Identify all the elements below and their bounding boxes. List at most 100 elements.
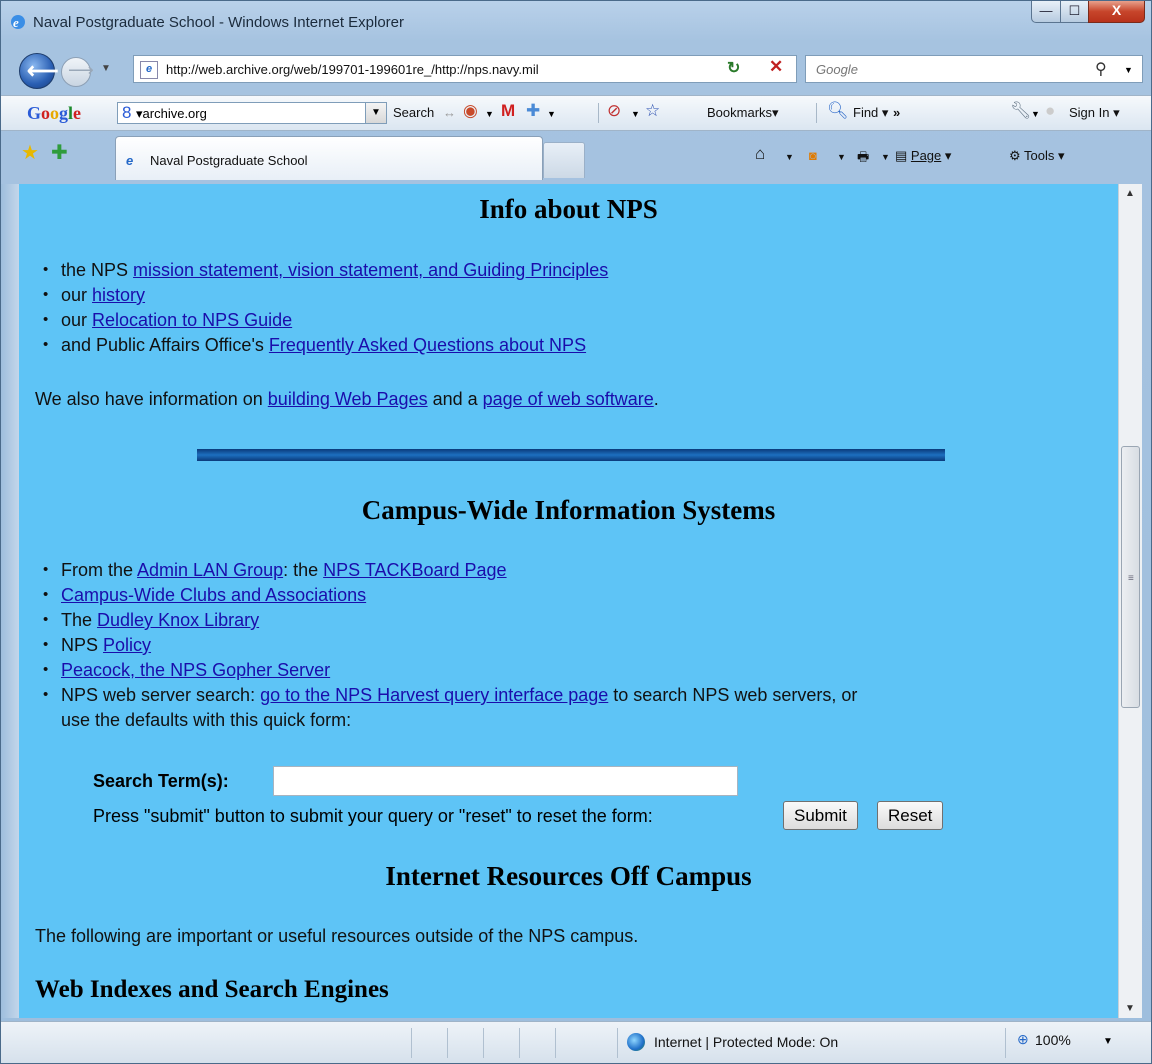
print-icon[interactable]: 🖶︎ [857, 148, 869, 170]
wrench-icon[interactable]: 🔧︎ [1010, 101, 1032, 121]
recent-pages-dropdown[interactable]: ▼ [101, 63, 111, 74]
tools-menu[interactable]: ⚙ Tools ▾ [1009, 148, 1065, 164]
list-item: our Relocation to NPS Guide [19, 308, 608, 333]
minimize-icon: — [1039, 3, 1053, 18]
dropdown-icon[interactable]: ▼ [1031, 109, 1040, 119]
harvest-link[interactable]: go to the NPS Harvest query interface pa… [260, 685, 608, 705]
more-chevron-icon[interactable]: » [893, 105, 900, 120]
policy-link[interactable]: Policy [103, 635, 151, 655]
admin-lan-link[interactable]: Admin LAN Group [137, 560, 283, 580]
search-icon[interactable]: ⚲ [1095, 59, 1107, 79]
internet-resources-heading: Internet Resources Off Campus [385, 861, 752, 891]
zoom-icon[interactable]: ⊕ [1017, 1031, 1029, 1048]
list-item: NPS web server search: go to the NPS Har… [19, 683, 857, 708]
page-content[interactable]: Info about NPS the NPS mission statement… [19, 184, 1118, 1018]
svg-text:e: e [13, 15, 19, 30]
tab-label: Naval Postgraduate School [150, 153, 308, 168]
close-icon: X [1111, 2, 1122, 18]
refresh-icon[interactable]: ↻ [727, 58, 740, 78]
list-item: From the Admin LAN Group: the NPS TACKBo… [19, 558, 857, 583]
submit-button[interactable]: Submit [783, 801, 858, 830]
list-item: The Dudley Knox Library [19, 608, 857, 633]
find-icon[interactable]: 🔍︎ [827, 101, 849, 121]
navigation-bar: ⟵ ⟶ ▼ e http://web.archive.org/web/19970… [1, 47, 1151, 89]
google-logo[interactable]: Google [27, 103, 81, 124]
list-item: and Public Affairs Office's Frequently A… [19, 333, 608, 358]
faq-link[interactable]: Frequently Asked Questions about NPS [269, 335, 586, 355]
address-bar[interactable]: e http://web.archive.org/web/199701-1996… [133, 55, 844, 83]
back-arrow-icon: ⟵ [27, 58, 59, 83]
pagerank-icon[interactable]: ◉ [463, 101, 478, 121]
search-dropdown-icon[interactable]: ▼ [1124, 65, 1133, 75]
user-circle-icon[interactable]: ● [1045, 101, 1055, 121]
clubs-link[interactable]: Campus-Wide Clubs and Associations [61, 585, 366, 605]
google-search-input[interactable]: ▾archive.org [136, 106, 207, 122]
maximize-icon: ☐ [1068, 3, 1081, 18]
add-favorites-icon[interactable]: ✚ [51, 140, 68, 165]
dropdown-icon[interactable]: ▼ [547, 109, 556, 119]
relocation-link[interactable]: Relocation to NPS Guide [92, 310, 292, 330]
home-icon[interactable]: ⌂ [755, 144, 765, 164]
add-icon[interactable]: ✚ [526, 101, 540, 121]
star-icon[interactable]: ☆ [645, 101, 660, 121]
address-input[interactable]: http://web.archive.org/web/199701-199601… [166, 62, 539, 77]
search-box[interactable]: Google ⚲ ▼ [805, 55, 1143, 83]
gopher-link[interactable]: Peacock, the NPS Gopher Server [61, 660, 330, 680]
library-link[interactable]: Dudley Knox Library [97, 610, 259, 630]
google-search-button[interactable]: Search [393, 105, 434, 120]
search-term-label: Search Term(s): [93, 771, 229, 791]
google-search-dropdown-icon[interactable]: ▼ [365, 103, 386, 123]
scrollbar-thumb[interactable]: ≡ [1121, 446, 1140, 708]
google-search-box[interactable]: 8 ▾archive.org ▼ [117, 102, 387, 124]
zoom-level[interactable]: 100% [1035, 1032, 1071, 1048]
tackboard-link[interactable]: NPS TACKBoard Page [323, 560, 506, 580]
sign-in-button[interactable]: Sign In ▾ [1069, 105, 1120, 121]
bookmarks-button[interactable]: Bookmarks▾ [707, 105, 779, 121]
forward-button[interactable]: ⟶ [61, 57, 94, 87]
arrows-icon[interactable]: ↔ [443, 105, 456, 120]
security-zone-text[interactable]: Internet | Protected Mode: On [654, 1034, 838, 1050]
info-heading: Info about NPS [479, 194, 658, 224]
list-item: Campus-Wide Clubs and Associations [19, 583, 857, 608]
info-list: the NPS mission statement, vision statem… [19, 258, 608, 358]
page-menu[interactable]: ▤ Page ▾ [895, 148, 951, 164]
popup-blocker-icon[interactable]: ⊘ [607, 101, 621, 121]
feeds-icon[interactable]: ◙ [809, 148, 817, 163]
tab-bar: ★ ✚ e Naval Postgraduate School ⌂ ▼ ◙ ▼ … [1, 132, 1151, 182]
vertical-scrollbar[interactable]: ▲ ≡ ▼ [1118, 184, 1142, 1018]
building-web-pages-link[interactable]: building Web Pages [268, 389, 428, 409]
internet-globe-icon [627, 1033, 645, 1051]
scroll-down-icon[interactable]: ▼ [1125, 1003, 1135, 1014]
stop-icon[interactable]: ✕ [769, 57, 783, 77]
reset-button[interactable]: Reset [877, 801, 944, 830]
list-item-continuation: use the defaults with this quick form: [61, 710, 352, 730]
forward-arrow-icon: ⟶ [68, 60, 94, 80]
window-title: Naval Postgraduate School - Windows Inte… [33, 14, 405, 31]
back-button[interactable]: ⟵ [19, 53, 59, 89]
list-item: NPS Policy [19, 633, 857, 658]
zoom-dropdown-icon[interactable]: ▼ [1103, 1036, 1113, 1047]
tab-naval-postgraduate-school[interactable]: e Naval Postgraduate School [115, 136, 543, 180]
minimize-button[interactable]: — [1031, 1, 1061, 23]
close-button[interactable]: X [1088, 1, 1145, 23]
history-link[interactable]: history [92, 285, 145, 305]
find-button[interactable]: Find ▾ [853, 105, 888, 121]
gmail-icon[interactable]: M [501, 101, 515, 121]
scroll-up-icon[interactable]: ▲ [1125, 188, 1135, 199]
title-bar: e Naval Postgraduate School - Windows In… [1, 1, 1151, 47]
dropdown-icon[interactable]: ▼ [631, 109, 640, 119]
mission-link[interactable]: mission statement, vision statement, and… [133, 260, 608, 280]
dropdown-icon[interactable]: ▼ [485, 109, 494, 119]
ie-page-icon: e [126, 153, 134, 168]
maximize-button[interactable]: ☐ [1060, 1, 1089, 23]
favorites-star-icon[interactable]: ★ [21, 140, 39, 165]
search-term-input[interactable] [273, 766, 738, 796]
ie-logo-icon: e [11, 15, 25, 30]
new-tab-button[interactable] [543, 142, 585, 178]
cwis-heading: Campus-Wide Information Systems [361, 495, 776, 525]
search-input[interactable]: Google [816, 62, 858, 77]
grip-icon: ≡ [1128, 573, 1134, 584]
web-software-link[interactable]: page of web software [483, 389, 654, 409]
web-indexes-heading: Web Indexes and Search Engines [35, 976, 389, 1003]
internet-resources-text: The following are important or useful re… [35, 926, 639, 946]
